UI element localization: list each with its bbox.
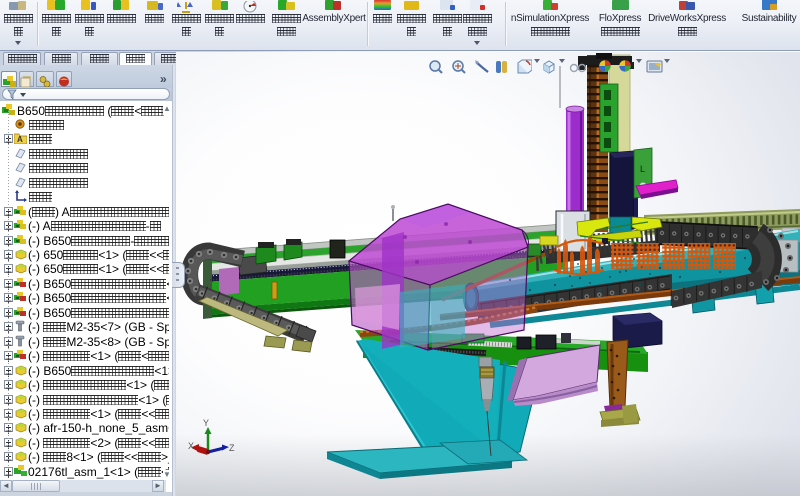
svg-text:A: A: [17, 135, 23, 144]
svg-text:Y: Y: [203, 418, 209, 428]
svg-text:Z: Z: [229, 443, 235, 453]
svg-text:L: L: [640, 164, 645, 174]
svg-text:X: X: [188, 441, 194, 451]
